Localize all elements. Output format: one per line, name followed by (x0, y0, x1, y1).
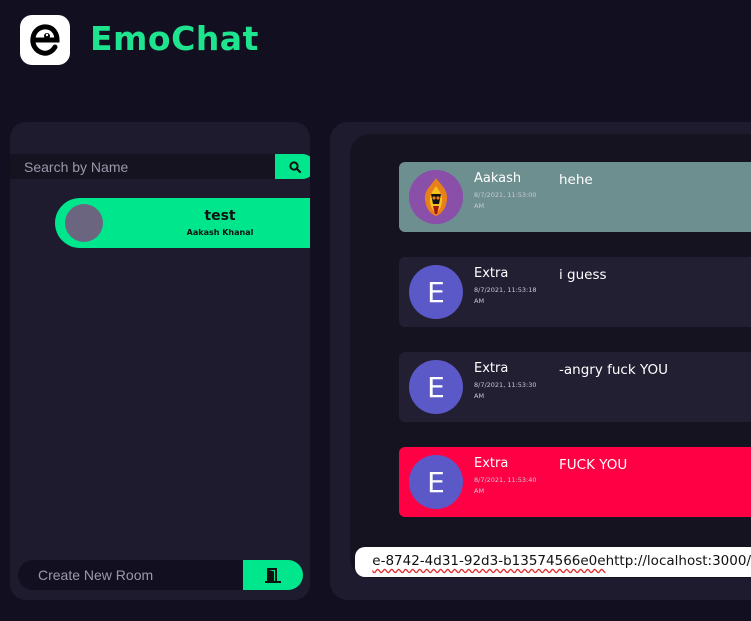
room-owner: Aakash Khanal (186, 228, 254, 237)
room-item-test[interactable]: test Aakash Khanal (55, 198, 310, 248)
message-input[interactable]: e-8742-4d31-92d3-b13574566e0ehttp://loca… (355, 547, 751, 577)
create-room-button[interactable] (243, 560, 303, 590)
message-author: Extra (474, 361, 509, 376)
message-input-suffix: http://localhost:3000/ (605, 553, 751, 569)
message-author: Extra (474, 266, 509, 281)
avatar: E (409, 455, 463, 509)
chat-message: Aakash 8/7/2021, 11:53:00 AM hehe (399, 162, 751, 232)
search-bar (10, 154, 310, 179)
fire-avatar-icon (409, 170, 463, 224)
search-button[interactable] (275, 154, 310, 179)
search-input[interactable] (10, 154, 275, 179)
app-title: EmoChat (90, 19, 259, 58)
create-room-input[interactable] (18, 560, 243, 590)
avatar (409, 170, 463, 224)
chat-message: E Extra 8/7/2021, 11:53:30 AM -angry fuc… (399, 352, 751, 422)
avatar: E (409, 265, 463, 319)
message-timestamp: 8/7/2021, 11:53:18 AM (474, 286, 537, 305)
room-avatar (65, 204, 103, 242)
message-text: i guess (559, 267, 607, 283)
message-timestamp: 8/7/2021, 11:53:00 AM (474, 191, 537, 210)
app-logo (20, 15, 70, 65)
message-text: hehe (559, 172, 593, 188)
rooms-sidebar: test Aakash Khanal (10, 122, 310, 600)
message-author: Extra (474, 456, 509, 471)
create-room-bar (18, 560, 303, 590)
emochat-logo-icon (30, 24, 60, 56)
room-name: test (204, 208, 236, 224)
message-text: FUCK YOU (559, 457, 628, 473)
message-timestamp: 8/7/2021, 11:53:30 AM (474, 381, 537, 400)
message-timestamp: 8/7/2021, 11:53:40 AM (474, 476, 537, 495)
door-icon (265, 568, 281, 583)
message-author: Aakash (474, 171, 522, 186)
message-text: -angry fuck YOU (559, 362, 668, 378)
chat-message: E Extra 8/7/2021, 11:53:40 AM FUCK YOU (399, 447, 751, 517)
search-icon (289, 160, 301, 173)
message-input-prefix: e-8742-4d31-92d3-b13574566e0e (372, 553, 606, 569)
message-input-text: e-8742-4d31-92d3-b13574566e0ehttp://loca… (372, 553, 751, 569)
chat-message: E Extra 8/7/2021, 11:53:18 AM i guess (399, 257, 751, 327)
avatar: E (409, 360, 463, 414)
